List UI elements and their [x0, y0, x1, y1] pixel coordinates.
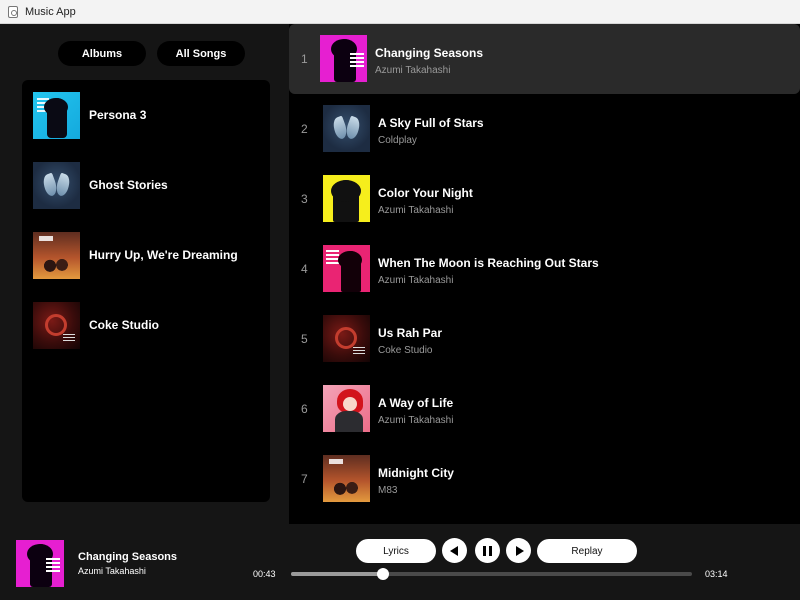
album-item-ghost-stories[interactable]: Ghost Stories [33, 161, 263, 209]
album-art-image [33, 301, 80, 349]
previous-button[interactable] [442, 538, 467, 563]
track-number: 7 [301, 472, 308, 486]
song-artist: Azumi Takahashi [378, 205, 454, 216]
song-art-image [320, 35, 367, 82]
seek-handle[interactable] [377, 568, 390, 580]
tab-all-songs[interactable]: All Songs [157, 41, 245, 66]
total-time: 03:14 [705, 569, 728, 579]
track-number: 6 [301, 402, 308, 416]
album-label: Coke Studio [89, 318, 160, 332]
song-list: 1 Changing Seasons Azumi Takahashi 2 A S… [289, 24, 800, 524]
album-item-coke-studio[interactable]: Coke Studio [33, 301, 263, 349]
replay-button[interactable]: Replay [537, 539, 637, 563]
song-row-color-your-night[interactable]: 3 Color Your Night Azumi Takahashi [289, 164, 800, 234]
song-title: A Sky Full of Stars [378, 116, 484, 130]
album-art-image [33, 161, 80, 209]
song-art-image [323, 105, 370, 152]
current-time: 00:43 [253, 569, 276, 579]
title-bar: Music App [0, 0, 800, 24]
song-row-a-way-of-life[interactable]: 6 A Way of Life Azumi Takahashi [289, 374, 800, 444]
song-row-us-rah-par[interactable]: 5 Us Rah Par Coke Studio [289, 304, 800, 374]
album-label: Hurry Up, We're Dreaming [89, 248, 238, 262]
song-art-image [323, 385, 370, 432]
tab-albums[interactable]: Albums [58, 41, 146, 66]
track-number: 4 [301, 262, 308, 276]
lyrics-button[interactable]: Lyrics [356, 539, 436, 563]
song-artist: Azumi Takahashi [378, 415, 454, 426]
song-artist: Coldplay [378, 135, 417, 146]
song-artist: Coke Studio [378, 345, 433, 356]
album-item-hurry-up[interactable]: Hurry Up, We're Dreaming [33, 231, 263, 279]
song-art-image [323, 315, 370, 362]
seek-progress [291, 572, 384, 576]
window-title: Music App [25, 5, 76, 18]
track-number: 2 [301, 122, 308, 136]
now-playing-art [16, 540, 64, 587]
album-label: Persona 3 [89, 108, 147, 122]
previous-icon [449, 545, 458, 556]
song-artist: Azumi Takahashi [378, 275, 454, 286]
song-title: Changing Seasons [375, 46, 484, 60]
album-item-persona-3[interactable]: Persona 3 [33, 91, 263, 139]
song-art-image [323, 455, 370, 502]
song-art-image [323, 175, 370, 222]
song-artist: Azumi Takahashi [375, 65, 451, 76]
song-art-image [323, 245, 370, 292]
play-next-icon [515, 545, 524, 556]
song-row-when-the-moon[interactable]: 4 When The Moon is Reaching Out Stars Az… [289, 234, 800, 304]
song-title: Color Your Night [378, 186, 473, 200]
song-title: When The Moon is Reaching Out Stars [378, 256, 599, 270]
song-row-midnight-city[interactable]: 7 Midnight City M83 [289, 444, 800, 514]
left-panel: Albums All Songs Persona 3 Ghost Stories… [0, 24, 289, 524]
track-number: 3 [301, 192, 308, 206]
song-row-a-sky-full-of-stars[interactable]: 2 A Sky Full of Stars Coldplay [289, 94, 800, 164]
song-title: Midnight City [378, 466, 454, 480]
pause-button[interactable] [475, 538, 500, 563]
album-art-image [33, 231, 80, 279]
song-title: Us Rah Par [378, 326, 443, 340]
track-number: 5 [301, 332, 308, 346]
track-number: 1 [301, 52, 308, 66]
player-bar: Changing Seasons Azumi Takahashi Lyrics … [0, 524, 800, 600]
now-playing-artist: Azumi Takahashi [78, 566, 146, 576]
song-title: A Way of Life [378, 396, 454, 410]
song-artist: M83 [378, 485, 398, 496]
song-row-changing-seasons[interactable]: 1 Changing Seasons Azumi Takahashi [289, 24, 800, 94]
now-playing-title: Changing Seasons [78, 551, 178, 563]
pause-icon [483, 545, 492, 556]
album-art-image [33, 91, 80, 139]
album-list: Persona 3 Ghost Stories Hurry Up, We're … [22, 80, 270, 502]
next-button[interactable] [506, 538, 531, 563]
album-label: Ghost Stories [89, 178, 168, 192]
music-app-icon [8, 5, 18, 18]
seek-bar[interactable] [291, 568, 692, 580]
